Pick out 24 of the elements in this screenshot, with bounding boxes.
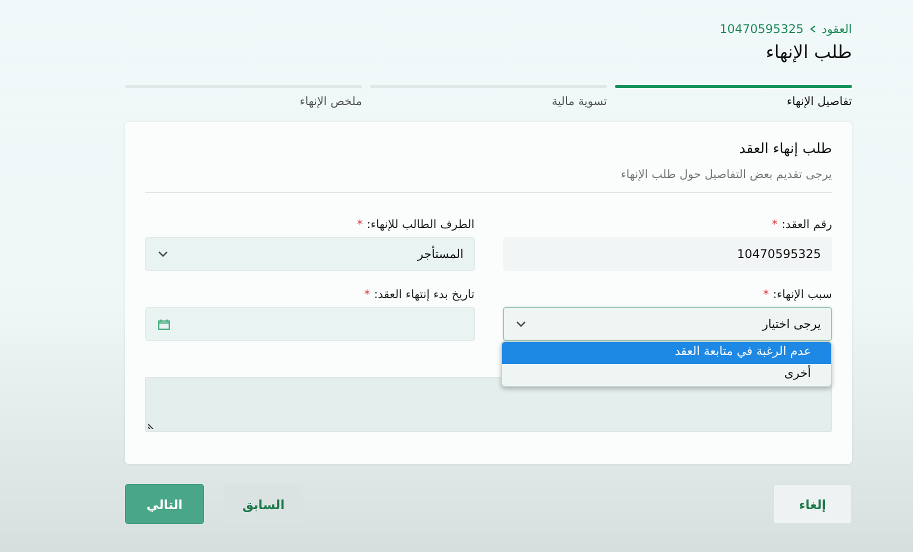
card-subtitle: يرجى تقديم بعض التفاصيل حول طلب الإنهاء [620, 167, 832, 181]
dropdown-field[interactable]: يرجى اختيار [502, 307, 832, 341]
step-tab[interactable]: تسوية مالية [552, 94, 607, 108]
breadcrumb-current: 10470595325 [720, 22, 804, 36]
card-title: طلب إنهاء العقد [739, 141, 832, 157]
cancel-button[interactable]: إلغاء [773, 484, 852, 524]
breadcrumb-link[interactable]: العقود [822, 22, 852, 36]
resize-grip-icon [148, 423, 154, 429]
chevron-down-icon [158, 251, 168, 257]
field-label: رقم العقد: * [772, 217, 832, 231]
field-label: الطرف الطالب للإنهاء: * [356, 217, 474, 231]
calendar-icon [158, 318, 170, 330]
chevron-down-icon [516, 321, 526, 327]
dropdown-option[interactable]: عدم الرغبة في متابعة العقد [502, 342, 831, 364]
field-label: تاريخ بدء إنتهاء العقد: * [364, 287, 474, 301]
step-tab[interactable]: تفاصيل الإنهاء [786, 94, 852, 108]
page-title: طلب الإنهاء [766, 42, 852, 63]
dropdown-field[interactable]: المستأجر [145, 237, 474, 271]
field-label: سبب الإنهاء: * [763, 287, 832, 301]
contract-number-field[interactable]: 10470595325 [502, 237, 832, 271]
chevron-icon [810, 25, 816, 33]
step-tab[interactable]: ملخص الإنهاء [300, 94, 362, 108]
dropdown-option[interactable]: أخرى [502, 364, 831, 386]
date-field[interactable] [145, 307, 474, 341]
